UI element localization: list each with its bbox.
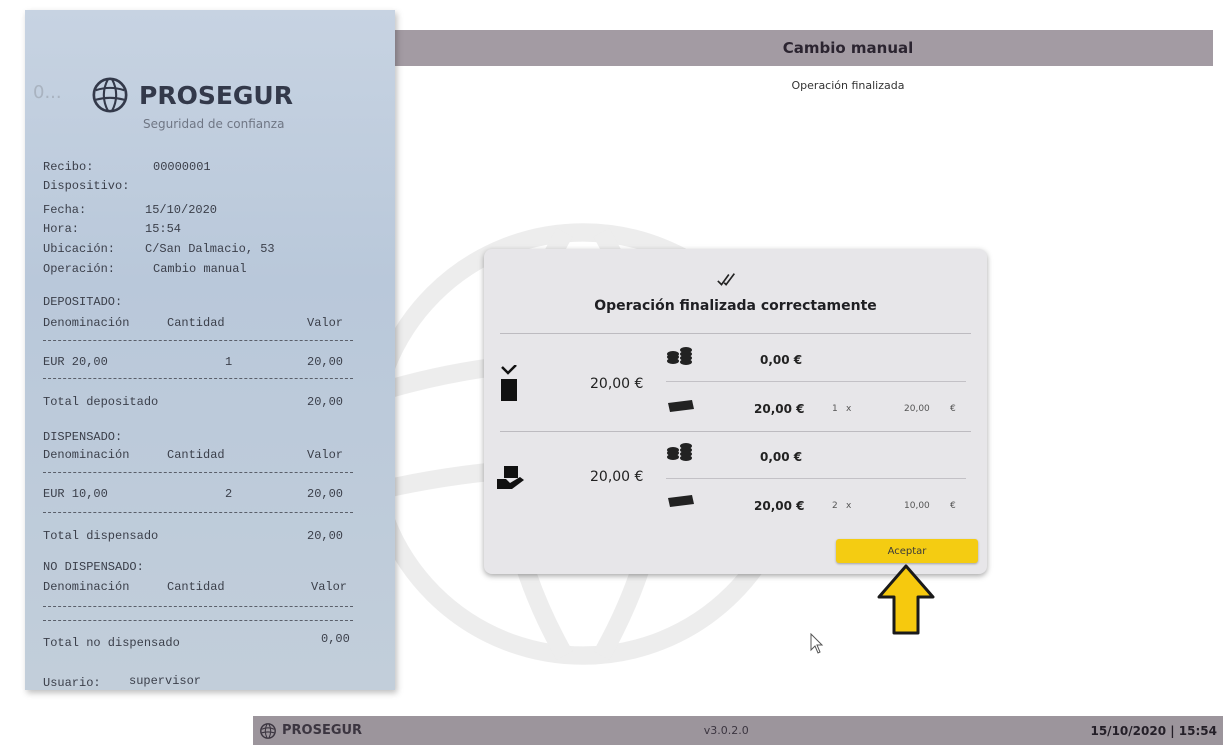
col-denomination: Denominación	[43, 316, 130, 330]
total-label: Total no dispensado	[43, 636, 180, 650]
receipt-label: Operación:	[43, 262, 116, 276]
receipt-brand: PROSEGUR	[139, 80, 293, 110]
coins-icon	[667, 443, 692, 461]
col-denomination: Denominación	[43, 448, 130, 462]
receipt-label: Dispositivo:	[43, 179, 130, 193]
banknotes-icon	[668, 495, 694, 507]
receipt-value: C/San Dalmacio, 53	[145, 242, 275, 256]
footer-logo: PROSEGUR	[259, 722, 362, 740]
app-subtitle: Operación finalizada	[791, 78, 905, 92]
col-quantity: Cantidad	[167, 448, 225, 462]
deposited-heading: DEPOSITADO:	[43, 295, 123, 309]
divider	[43, 472, 353, 473]
deposited-notes-denomination: 20,00	[904, 404, 930, 414]
globe-logo-icon	[92, 77, 128, 113]
receipt-value: 15:54	[145, 222, 182, 236]
dialog-title: Operación finalizada correctamente	[594, 298, 877, 314]
col-value: Valor	[311, 580, 348, 594]
dispensed-notes-denomination: 10,00	[904, 501, 930, 511]
receipt-label: Hora:	[43, 222, 80, 236]
app-footer: PROSEGUR v3.0.2.0 15/10/2020 | 15:54	[253, 716, 1223, 745]
deposit-slot-icon	[501, 365, 517, 401]
deposited-coins-amount: 0,00 €	[760, 353, 803, 367]
banknotes-icon	[668, 400, 694, 412]
row-quantity: 1	[225, 355, 233, 369]
app-title: Cambio manual	[782, 39, 914, 57]
receipt-value: 00000001	[153, 160, 211, 174]
app-header: Cambio manual	[253, 30, 1213, 66]
deposited-notes-count: 1	[832, 404, 838, 414]
arrow-up-icon	[877, 564, 935, 635]
user-label: Usuario:	[43, 676, 101, 690]
deposited-notes-times: x	[846, 404, 852, 414]
divider	[43, 620, 353, 621]
dispensed-notes-times: x	[846, 501, 852, 511]
divider	[43, 378, 353, 379]
dispensed-coins-amount: 0,00 €	[760, 450, 803, 464]
deposited-currency: €	[950, 404, 956, 414]
globe-logo-icon	[260, 722, 276, 739]
receipt-faint-mark: 0...	[33, 82, 62, 103]
dispensed-notes-amount: 20,00 €	[754, 499, 805, 513]
row-value: 20,00	[307, 355, 344, 369]
accept-button[interactable]: Aceptar	[836, 539, 978, 563]
divider	[666, 381, 966, 382]
printed-receipt: 0... PROSEGUR Seguridad de confianza Rec…	[25, 10, 395, 690]
app-subheader: Operación finalizada	[253, 66, 1213, 105]
total-value: 20,00	[307, 529, 344, 543]
footer-datetime: 15/10/2020 | 15:54	[1090, 723, 1217, 738]
total-value: 0,00	[321, 632, 350, 646]
col-denomination: Denominación	[43, 580, 130, 594]
divider	[43, 340, 353, 341]
receipt-tagline: Seguridad de confianza	[143, 117, 285, 131]
col-value: Valor	[307, 448, 344, 462]
total-label: Total dispensado	[43, 529, 159, 543]
receipt-logo: PROSEGUR	[91, 76, 293, 114]
mouse-cursor-icon	[810, 633, 824, 654]
receipt-label: Recibo:	[43, 160, 94, 174]
deposited-notes-amount: 20,00 €	[754, 402, 805, 416]
receipt-label: Ubicación:	[43, 242, 116, 256]
receipt-value: Cambio manual	[153, 262, 247, 276]
row-denomination: EUR 20,00	[43, 355, 108, 369]
receipt-label: Fecha:	[43, 203, 87, 217]
divider	[43, 606, 353, 607]
divider	[500, 333, 971, 334]
divider	[666, 478, 966, 479]
divider	[500, 431, 971, 432]
dispensed-notes-count: 2	[832, 501, 838, 511]
col-quantity: Cantidad	[167, 580, 225, 594]
dispensed-heading: DISPENSADO:	[43, 430, 123, 444]
total-label: Total depositado	[43, 395, 159, 409]
double-check-icon	[717, 273, 735, 286]
operation-complete-dialog: Operación finalizada correctamente 20,00…	[484, 249, 987, 574]
row-value: 20,00	[307, 487, 344, 501]
not-dispensed-heading: NO DISPENSADO:	[43, 560, 144, 574]
coins-icon	[667, 347, 692, 365]
total-value: 20,00	[307, 395, 344, 409]
user-value: supervisor	[129, 674, 202, 688]
row-quantity: 2	[225, 487, 233, 501]
dispensed-currency: €	[950, 501, 956, 511]
receipt-value: 15/10/2020	[145, 203, 218, 217]
footer-brand: PROSEGUR	[282, 723, 363, 738]
hand-dispense-icon	[497, 466, 524, 489]
footer-version: v3.0.2.0	[703, 724, 749, 737]
dispensed-total: 20,00 €	[590, 469, 644, 485]
row-denomination: EUR 10,00	[43, 487, 108, 501]
col-value: Valor	[307, 316, 344, 330]
col-quantity: Cantidad	[167, 316, 225, 330]
divider	[43, 512, 353, 513]
deposited-total: 20,00 €	[590, 376, 644, 392]
